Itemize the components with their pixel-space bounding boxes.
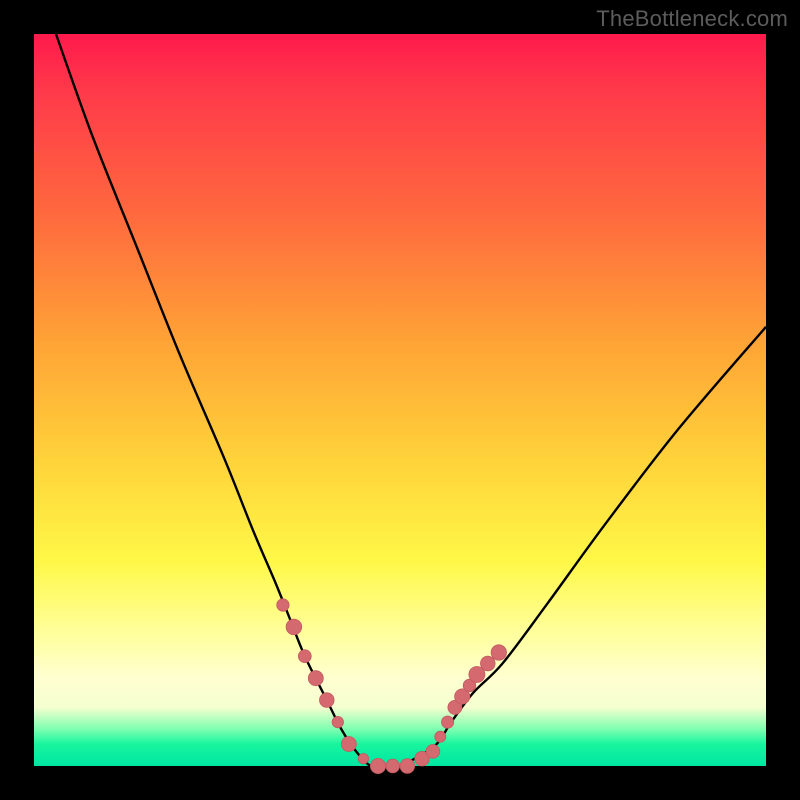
sample-point	[341, 737, 356, 752]
sample-points	[277, 599, 507, 774]
outer-frame: TheBottleneck.com	[0, 0, 800, 800]
sample-point	[442, 716, 454, 728]
sample-point	[370, 758, 385, 773]
sample-point	[286, 619, 302, 635]
sample-point	[386, 759, 400, 773]
sample-point	[400, 759, 415, 774]
sample-point	[358, 754, 368, 764]
sample-point	[298, 650, 311, 663]
sample-point	[277, 599, 289, 611]
chart-svg	[34, 34, 766, 766]
sample-point	[332, 716, 343, 727]
sample-point	[426, 745, 440, 759]
watermark-text: TheBottleneck.com	[596, 6, 788, 32]
sample-point	[491, 645, 506, 660]
sample-point	[435, 731, 446, 742]
sample-point	[320, 693, 335, 708]
bottleneck-curve	[56, 34, 766, 767]
sample-point	[308, 671, 323, 686]
sample-point	[481, 656, 496, 671]
plot-area	[34, 34, 766, 766]
